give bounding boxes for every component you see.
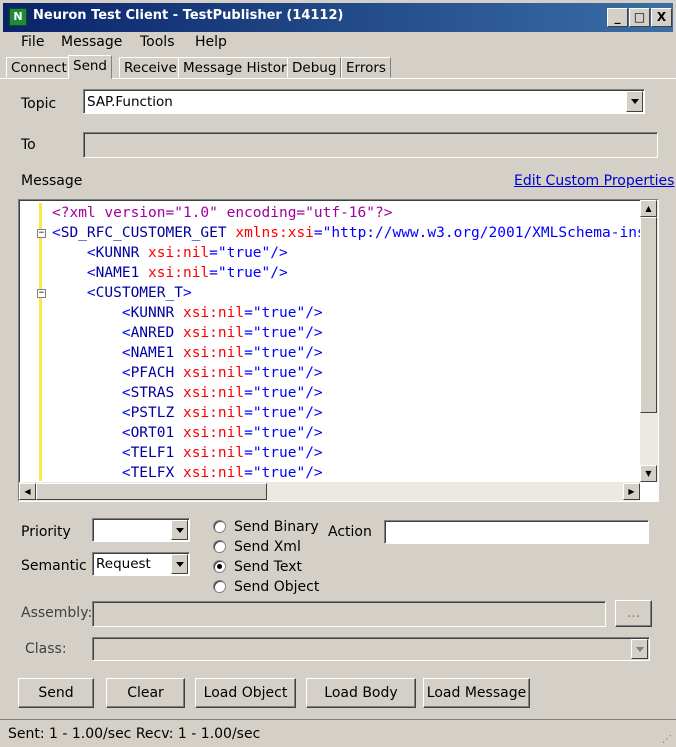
send-xml-label: Send Xml: [234, 539, 301, 555]
action-input[interactable]: [384, 520, 649, 544]
xml-line[interactable]: <ORT01 xsi:nil="true"/>: [52, 423, 323, 443]
close-button[interactable]: X: [651, 8, 672, 27]
window-title: Neuron Test Client - TestPublisher (1411…: [33, 8, 344, 23]
to-field: [83, 132, 658, 158]
xml-line[interactable]: <STRAS xsi:nil="true"/>: [52, 383, 323, 403]
menu-help[interactable]: Help: [195, 34, 227, 50]
fold-icon[interactable]: −: [37, 229, 46, 238]
semantic-label: Semantic: [21, 558, 87, 574]
radio-selected-icon[interactable]: [213, 560, 226, 573]
scroll-down-icon[interactable]: ▼: [640, 465, 657, 482]
load-body-button[interactable]: Load Body: [306, 678, 416, 708]
xml-line[interactable]: <?xml version="1.0" encoding="utf-16"?>: [52, 203, 392, 223]
xml-line[interactable]: <PSTLZ xsi:nil="true"/>: [52, 403, 323, 423]
tab-message-history[interactable]: Message History: [178, 57, 300, 78]
scroll-up-icon[interactable]: ▲: [640, 200, 657, 217]
edit-custom-properties-link[interactable]: Edit Custom Properties: [514, 173, 674, 189]
message-editor[interactable]: − − <?xml version="1.0" encoding="utf-16…: [18, 199, 659, 502]
scroll-left-icon[interactable]: ◀: [19, 483, 36, 500]
status-text: Sent: 1 - 1.00/sec Recv: 1 - 1.00/sec: [8, 726, 261, 742]
send-binary-label: Send Binary: [234, 519, 319, 535]
send-object-radio[interactable]: Send Object: [213, 579, 319, 595]
tab-send[interactable]: Send: [68, 55, 113, 79]
load-object-button[interactable]: Load Object: [195, 678, 296, 708]
radio-icon[interactable]: [213, 580, 226, 593]
menu-file[interactable]: File: [21, 34, 44, 50]
browse-assembly-button[interactable]: ...: [615, 600, 652, 627]
app-icon: N: [9, 8, 27, 26]
xml-line[interactable]: <CUSTOMER_T>: [52, 283, 192, 303]
xml-line[interactable]: <TELF1 xsi:nil="true"/>: [52, 443, 323, 463]
semantic-value: Request: [96, 556, 151, 572]
topic-dropdown-icon[interactable]: [626, 91, 643, 112]
send-text-label: Send Text: [234, 559, 303, 575]
xml-line[interactable]: <TELFX xsi:nil="true"/>: [52, 463, 323, 482]
menu-tools[interactable]: Tools: [140, 34, 175, 50]
tab-debug[interactable]: Debug: [287, 57, 342, 78]
vertical-scrollbar[interactable]: ▲ ▼: [640, 200, 658, 482]
topic-combobox[interactable]: SAP.Function: [83, 89, 645, 114]
message-label: Message: [21, 173, 83, 189]
xml-line[interactable]: <NAME1 xsi:nil="true"/>: [52, 343, 323, 363]
assembly-input: [92, 601, 606, 627]
send-text-radio[interactable]: Send Text: [213, 559, 302, 575]
menu-message[interactable]: Message: [61, 34, 122, 50]
menu-bar: File Message Tools Help: [0, 32, 676, 54]
xml-code-area[interactable]: − − <?xml version="1.0" encoding="utf-16…: [19, 200, 640, 482]
assembly-label: Assembly:: [21, 605, 93, 621]
tab-receive[interactable]: Receive: [119, 57, 182, 78]
topic-value: SAP.Function: [87, 94, 173, 110]
priority-label: Priority: [21, 524, 71, 540]
status-bar: Sent: 1 - 1.00/sec Recv: 1 - 1.00/sec ⋰: [0, 719, 676, 747]
change-marker-bar: [39, 203, 42, 481]
radio-icon[interactable]: [213, 540, 226, 553]
tab-errors[interactable]: Errors: [341, 57, 391, 78]
minimize-button[interactable]: _: [607, 8, 628, 27]
send-xml-radio[interactable]: Send Xml: [213, 539, 301, 555]
xml-line[interactable]: <KUNNR xsi:nil="true"/>: [52, 303, 323, 323]
send-binary-radio[interactable]: Send Binary: [213, 519, 319, 535]
tab-strip: Connect Send Receive Message History Deb…: [0, 55, 676, 79]
class-dropdown-icon: [631, 639, 648, 659]
send-object-label: Send Object: [234, 579, 320, 595]
to-label: To: [21, 137, 36, 153]
maximize-button[interactable]: □: [629, 8, 650, 27]
semantic-combobox[interactable]: Request: [92, 552, 190, 576]
resize-grip-icon[interactable]: ⋰: [662, 734, 672, 745]
xml-line[interactable]: <PFACH xsi:nil="true"/>: [52, 363, 323, 383]
class-label: Class:: [25, 641, 67, 657]
clear-button[interactable]: Clear: [106, 678, 185, 708]
tab-connect[interactable]: Connect: [6, 57, 72, 78]
fold-icon[interactable]: −: [37, 289, 46, 298]
priority-dropdown-icon[interactable]: [171, 520, 188, 540]
xml-line[interactable]: <NAME1 xsi:nil="true"/>: [52, 263, 288, 283]
xml-line[interactable]: <SD_RFC_CUSTOMER_GET xmlns:xsi="http://w…: [52, 223, 640, 243]
xml-line[interactable]: <ANRED xsi:nil="true"/>: [52, 323, 323, 343]
class-combobox: [92, 637, 650, 661]
action-label: Action: [328, 524, 372, 540]
horizontal-scrollbar[interactable]: ◀ ▶: [19, 482, 640, 501]
title-bar: N Neuron Test Client - TestPublisher (14…: [0, 0, 676, 32]
priority-combobox[interactable]: [92, 518, 190, 542]
scroll-right-icon[interactable]: ▶: [623, 483, 640, 500]
send-button[interactable]: Send: [18, 678, 94, 708]
semantic-dropdown-icon[interactable]: [171, 554, 188, 574]
xml-line[interactable]: <KUNNR xsi:nil="true"/>: [52, 243, 288, 263]
radio-icon[interactable]: [213, 520, 226, 533]
horizontal-scroll-thumb[interactable]: [36, 483, 267, 500]
topic-label: Topic: [21, 96, 57, 112]
vertical-scroll-thumb[interactable]: [640, 217, 657, 413]
load-message-button[interactable]: Load Message: [423, 678, 530, 708]
